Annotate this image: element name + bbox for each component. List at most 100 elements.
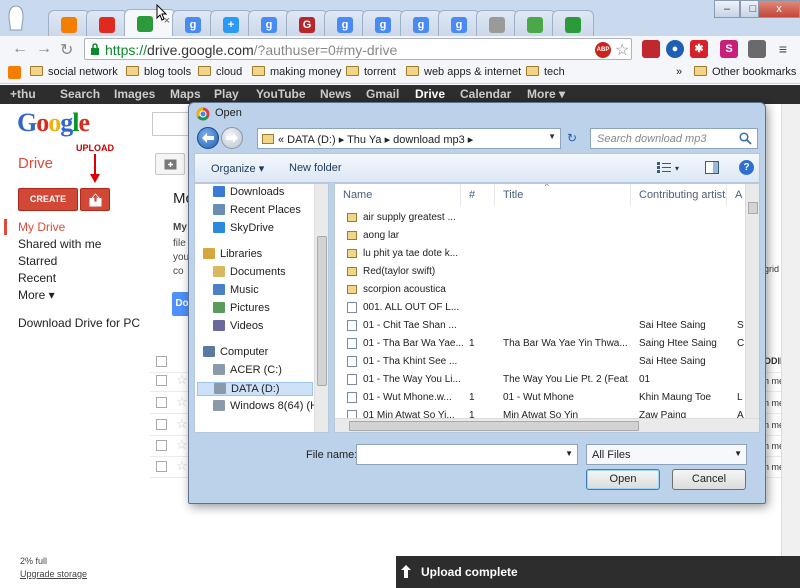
file-row[interactable]: lu phit ya tae dote k... — [335, 245, 745, 263]
file-row[interactable]: scorpion acoustica — [335, 281, 745, 299]
file-row[interactable]: air supply greatest ... — [335, 209, 745, 227]
filelist-horizontal-thumb[interactable] — [349, 421, 639, 431]
refresh-icon[interactable]: ↻ — [567, 131, 577, 145]
back-arrow-icon[interactable]: ← — [12, 40, 28, 58]
drive-nav-item[interactable]: Shared with me — [18, 237, 101, 251]
file-row[interactable]: 001. ALL OUT OF L... — [335, 299, 745, 317]
star-icon[interactable]: ☆ — [176, 416, 188, 432]
create-button[interactable]: CREATE — [18, 188, 78, 211]
google-bar-link[interactable]: YouTube — [256, 87, 306, 101]
google-logo[interactable]: Google — [17, 108, 90, 138]
wrench-menu-icon[interactable]: ≡ — [774, 40, 792, 58]
nav-tree-item[interactable]: Documents — [213, 266, 286, 278]
file-row[interactable]: 01 - Wut Mhone.w... 1 01 - Wut Mhone Khin M… — [335, 389, 745, 407]
page-scrollbar[interactable] — [781, 104, 800, 588]
google-bar-link[interactable]: More ▾ — [527, 87, 565, 101]
row-checkbox[interactable] — [156, 375, 167, 386]
navpane-scrollbar[interactable] — [314, 184, 328, 432]
star-icon[interactable]: ☆ — [176, 372, 188, 388]
browser-tab[interactable]: g — [400, 10, 442, 36]
browser-tab[interactable]: g — [248, 10, 290, 36]
browser-tab[interactable] — [514, 10, 556, 36]
bookmark-folder[interactable]: torrent — [346, 66, 396, 78]
preview-pane-icon[interactable] — [705, 161, 719, 174]
search-icon[interactable] — [739, 132, 752, 145]
browser-tab[interactable] — [552, 10, 594, 36]
nav-tree-item[interactable]: Windows 8(64) (H — [213, 400, 318, 412]
dialog-back-button[interactable] — [197, 127, 219, 149]
nav-tree-item[interactable]: Computer — [203, 346, 268, 358]
google-bar-link[interactable]: Maps — [170, 87, 201, 101]
open-button[interactable]: Open — [586, 469, 660, 490]
file-row[interactable]: 01 - Tha Bar Wa Yae... 1 Tha Bar Wa Yae Yi… — [335, 335, 745, 353]
google-bar-link[interactable]: Drive — [415, 87, 445, 101]
new-folder-button[interactable]: New folder — [289, 162, 342, 174]
google-bar-link[interactable]: Images — [114, 87, 155, 101]
bookmark-star-icon[interactable]: ☆ — [615, 40, 629, 60]
row-checkbox[interactable] — [156, 356, 167, 367]
dialog-titlebar[interactable]: Open — [189, 103, 765, 125]
browser-tab[interactable]: + — [210, 10, 252, 36]
bookmark-folder[interactable]: web apps & internet — [406, 66, 521, 78]
browser-tab[interactable]: G — [286, 10, 328, 36]
cancel-button[interactable]: Cancel — [672, 469, 746, 490]
profile-ghost-icon[interactable] — [6, 4, 26, 32]
help-icon[interactable]: ? — [739, 160, 754, 175]
row-checkbox[interactable] — [156, 440, 167, 451]
row-checkbox[interactable] — [156, 461, 167, 472]
file-row[interactable]: 01 - Chit Tae Shan ... Sai Htee Saing S — [335, 317, 745, 335]
row-checkbox[interactable] — [156, 419, 167, 430]
address-bar[interactable]: https://drive.google.com/?authuser=0#my-… — [84, 38, 632, 60]
extension-gray-icon[interactable] — [748, 40, 766, 58]
upgrade-storage-link[interactable]: Upgrade storage — [20, 569, 87, 579]
organize-menu[interactable]: Organize ▾ — [211, 162, 264, 175]
browser-tab[interactable]: g — [438, 10, 480, 36]
bookmark-folder[interactable]: social network — [30, 66, 118, 78]
column-header[interactable]: # — [461, 184, 495, 206]
google-bar-link[interactable]: Play — [214, 87, 239, 101]
other-bookmarks[interactable]: Other bookmarks — [694, 66, 796, 78]
new-folder-drive-button[interactable] — [155, 153, 185, 175]
drive-nav-item[interactable]: Starred — [18, 254, 57, 268]
file-row[interactable]: 01 - The Way You Li... The Way You Lie Pt… — [335, 371, 745, 389]
row-checkbox[interactable] — [156, 397, 167, 408]
star-icon[interactable]: ☆ — [176, 394, 188, 410]
filelist-vertical-scrollbar[interactable] — [745, 184, 759, 418]
file-row[interactable]: aong lar — [335, 227, 745, 245]
minimize-button[interactable]: – — [714, 0, 740, 18]
navpane-scroll-thumb[interactable] — [317, 236, 327, 386]
adblock-icon[interactable]: ABP — [595, 42, 611, 58]
extension-asterisk-icon[interactable]: ✱ — [690, 40, 708, 58]
upload-button[interactable] — [80, 188, 110, 211]
nav-tree-item[interactable]: Pictures — [213, 302, 270, 314]
extension-s-icon[interactable]: S — [720, 40, 738, 58]
nav-tree-item[interactable]: Videos — [213, 320, 263, 332]
column-header[interactable]: Name — [335, 184, 461, 206]
drive-nav-item[interactable]: More ▾ — [18, 288, 55, 302]
nav-tree-item[interactable]: DATA (D:) — [197, 382, 313, 396]
dialog-forward-button[interactable] — [221, 127, 243, 149]
chevron-down-icon[interactable]: ▼ — [565, 449, 573, 458]
browser-tab[interactable]: g — [172, 10, 214, 36]
filename-input[interactable]: ▼ — [356, 444, 578, 465]
nav-tree-item[interactable]: Music — [213, 284, 259, 296]
column-header[interactable]: Contributing artists — [631, 184, 727, 206]
filelist-horizontal-scrollbar[interactable] — [335, 418, 759, 432]
browser-tab[interactable]: g — [324, 10, 366, 36]
bookmark-folder[interactable]: cloud — [198, 66, 242, 78]
browser-tab[interactable]: × — [124, 9, 176, 36]
google-bar-link[interactable]: Search — [60, 87, 100, 101]
drive-nav-item[interactable]: My Drive — [18, 220, 65, 234]
dialog-address-bar[interactable]: « DATA (D:) ▸ Thu Ya ▸ download mp3 ▸ ▼ — [257, 128, 561, 149]
browser-tab[interactable]: g — [362, 10, 404, 36]
google-bar-link[interactable]: Calendar — [460, 87, 511, 101]
bookmark-folder[interactable]: tech — [526, 66, 565, 78]
forward-arrow-icon[interactable]: → — [36, 40, 52, 58]
google-bar-link[interactable]: Gmail — [366, 87, 399, 101]
chevron-down-icon[interactable]: ▼ — [734, 449, 742, 458]
filelist-vertical-thumb[interactable] — [748, 202, 758, 214]
star-icon[interactable]: ☆ — [176, 437, 188, 453]
bookmark-folder[interactable]: making money — [252, 66, 342, 78]
window-close-button[interactable]: x — [758, 0, 800, 18]
extension-red-book-icon[interactable] — [642, 40, 660, 58]
